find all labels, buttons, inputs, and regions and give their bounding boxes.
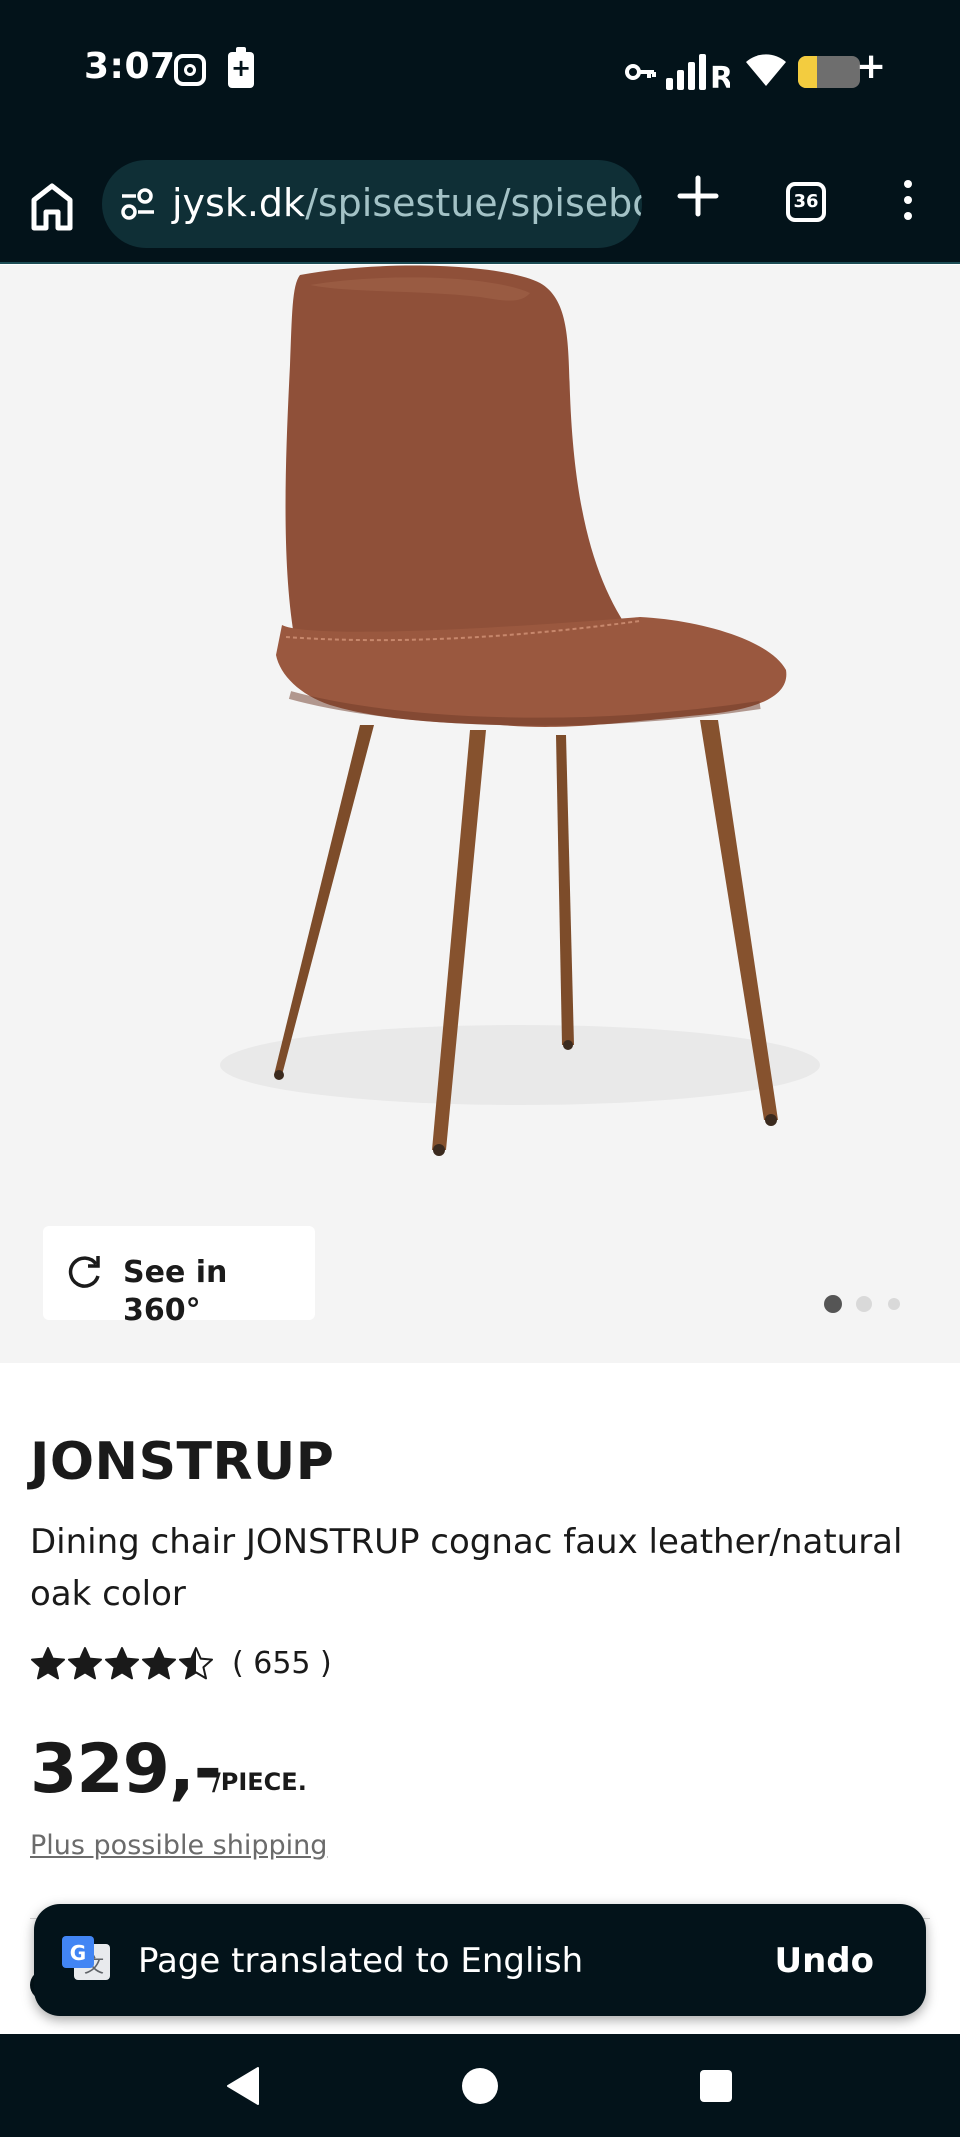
system-nav-bar bbox=[0, 2034, 960, 2137]
status-bar: 3:07 R + bbox=[0, 0, 960, 146]
url-text: jysk.dk/spisestue/spisebor bbox=[172, 180, 642, 226]
recents-button[interactable] bbox=[700, 2070, 732, 2102]
plus-icon[interactable] bbox=[674, 172, 722, 220]
back-icon[interactable] bbox=[224, 2066, 260, 2106]
battery-saver-icon bbox=[228, 47, 254, 88]
product-brand: JONSTRUP bbox=[30, 1432, 335, 1492]
site-settings-icon[interactable] bbox=[120, 186, 156, 222]
address-bar[interactable]: jysk.dk/spisestue/spisebor bbox=[102, 160, 642, 248]
home-icon[interactable] bbox=[22, 176, 82, 236]
star-icon bbox=[142, 1647, 176, 1680]
browser-toolbar: jysk.dk/spisestue/spisebor 36 bbox=[0, 146, 960, 264]
see-360-button[interactable]: See in 360° bbox=[43, 1226, 315, 1328]
product-image bbox=[220, 265, 820, 1156]
svg-text:R: R bbox=[710, 61, 730, 90]
price-unit: /PIECE. bbox=[212, 1768, 307, 1796]
see-360-label: See in 360° bbox=[123, 1255, 228, 1328]
gallery-dot-1[interactable] bbox=[824, 1295, 842, 1313]
vpn-key-icon bbox=[625, 64, 656, 80]
star-icon bbox=[105, 1647, 139, 1680]
star-icon bbox=[179, 1647, 213, 1680]
review-count[interactable]: ( 655 ) bbox=[232, 1646, 332, 1682]
shipping-info-link[interactable]: Plus possible shipping bbox=[30, 1830, 327, 1861]
toast-message: Page translated to English bbox=[138, 1941, 584, 1981]
svg-text:G: G bbox=[70, 1941, 86, 1965]
product-description: Dining chair JONSTRUP cognac faux leathe… bbox=[30, 1522, 903, 1614]
undo-button[interactable]: Undo bbox=[774, 1940, 874, 1982]
translation-toast: 文 G Page translated to English Undo bbox=[34, 1904, 926, 2016]
wifi-icon bbox=[746, 54, 786, 86]
gallery-dot-2[interactable] bbox=[856, 1296, 872, 1312]
url-path: /spisestue/spisebor bbox=[305, 181, 642, 225]
url-domain: jysk.dk bbox=[172, 181, 306, 225]
star-icon bbox=[68, 1647, 102, 1680]
instagram-icon bbox=[174, 54, 206, 86]
rotate-icon bbox=[68, 1256, 100, 1288]
battery-icon bbox=[798, 56, 860, 88]
home-nav-button[interactable] bbox=[462, 2068, 498, 2104]
signal-icon: R bbox=[666, 54, 730, 90]
product-gallery[interactable]: See in 360° bbox=[0, 265, 960, 1363]
status-time: 3:07 bbox=[84, 46, 176, 87]
product-price: 329,- bbox=[30, 1730, 222, 1809]
gallery-dot-3[interactable] bbox=[888, 1298, 900, 1310]
star-icon bbox=[31, 1647, 65, 1680]
charging-icon: + bbox=[856, 46, 887, 87]
tab-switcher-button[interactable]: 36 bbox=[786, 182, 826, 222]
more-vert-icon[interactable] bbox=[896, 180, 920, 224]
google-translate-icon: 文 G bbox=[62, 1936, 110, 1980]
battery-fill bbox=[798, 56, 817, 88]
